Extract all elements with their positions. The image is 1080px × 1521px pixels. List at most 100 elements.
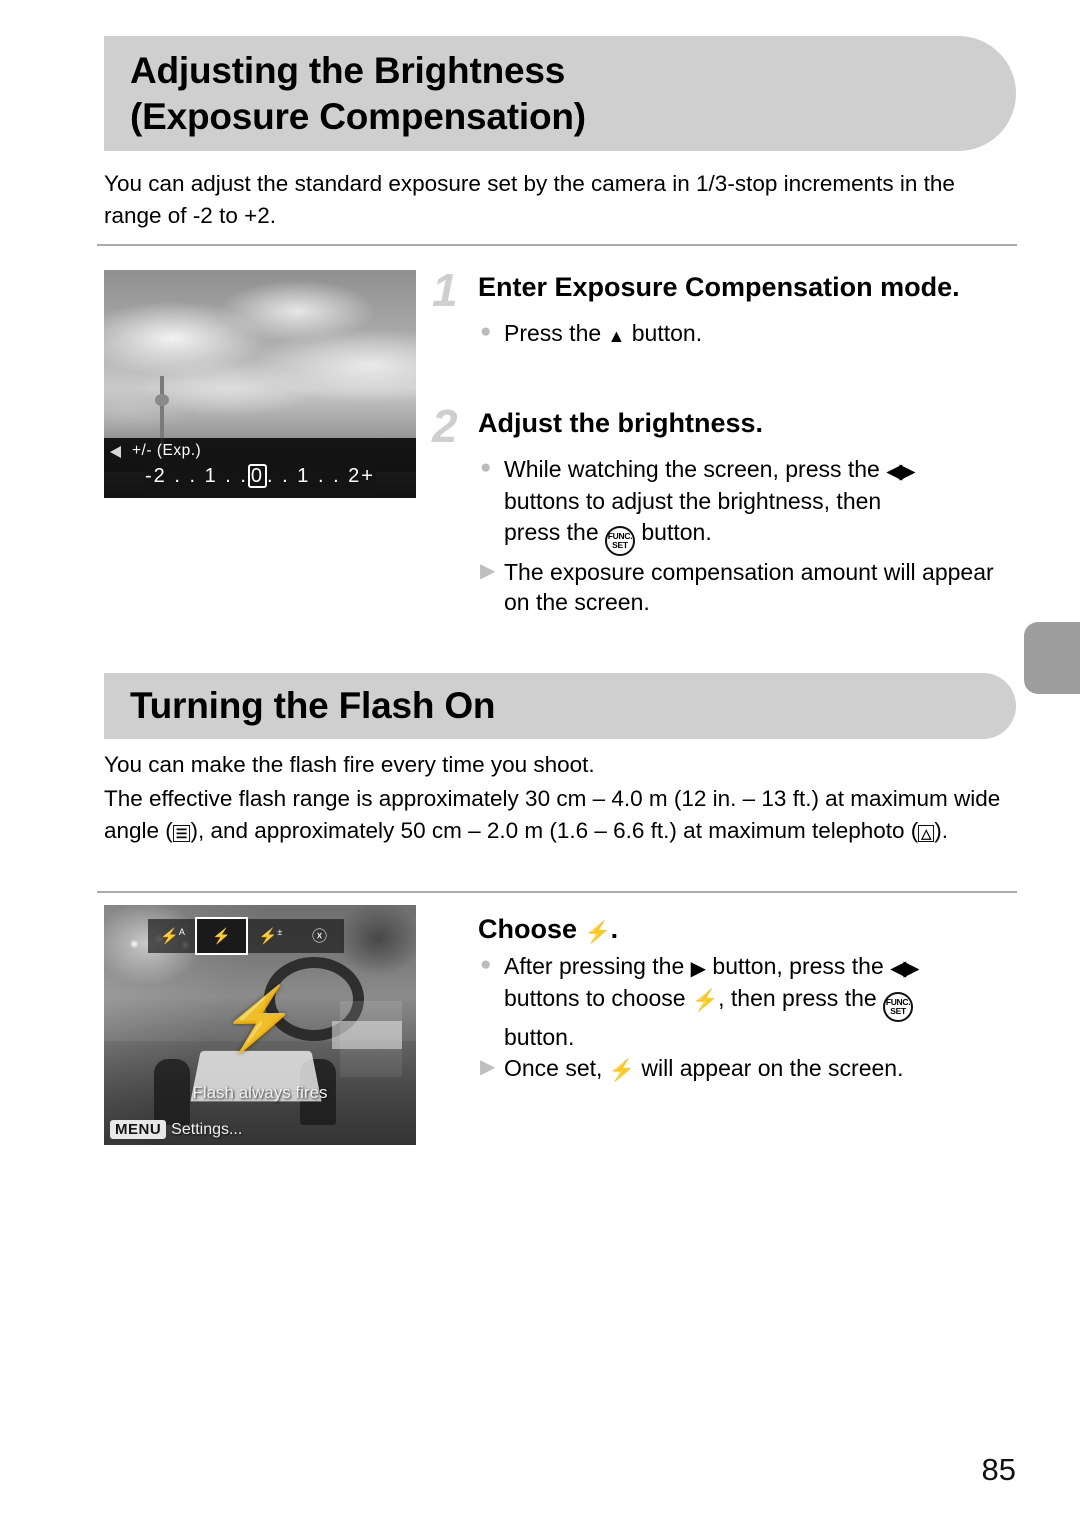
exposure-compensation-screen: +/- (Exp.) -2 . . 1 . .0. . 1 . . 2+ [104, 270, 416, 498]
background-table [332, 1021, 402, 1049]
choose-period: . [610, 914, 619, 944]
large-flash-indicator-icon: ⚡ [221, 985, 299, 1054]
flash-auto-sup: A [178, 927, 185, 937]
exposure-overlay-label: +/- (Exp.) [132, 442, 202, 459]
step-flash-body: ● After pressing the ▶ button, press the… [480, 951, 1012, 1086]
func-set-button-icon: FUNC. SET [605, 525, 635, 556]
intro-paragraph-exposure: You can adjust the standard exposure set… [104, 171, 955, 228]
bullet-line-1-pre: While watching the screen, press the [504, 456, 887, 483]
flash-on-glyph: ⚡ [212, 927, 231, 945]
step-2: 2 Adjust the brightness. ● While watchin… [432, 400, 1012, 619]
func-set-button-icon: FUNC. SET [883, 991, 914, 1022]
flash-range-text-b: ), and approximately 50 cm – 2.0 m (1.6 … [190, 817, 919, 843]
flash-mode-menu[interactable]: ⚡A ⚡ ⚡± ⓧ [148, 917, 344, 955]
flash-range-text-c: ). [934, 817, 949, 843]
flash-bullet-line-2-pre: buttons to choose [504, 985, 692, 1012]
intro-paragraph-flash-2: The effective flash range is approximate… [104, 783, 1016, 847]
exposure-scale-marker: 0 [247, 464, 268, 488]
step-1-heading: 1 Enter Exposure Compensation mode. [432, 264, 1012, 316]
intro-paragraph-flash-1: You can make the flash fire every time y… [104, 752, 595, 777]
bullet-dot-icon: ● [480, 953, 492, 975]
flash-slow-glyph: ⚡ [258, 928, 278, 945]
step-1-bullet-1: ● Press the ▲ button. [480, 318, 1012, 349]
exposure-overlay: +/- (Exp.) -2 . . 1 . .0. . 1 . . 2+ [104, 438, 416, 498]
step-1-bullet-1-text: Press the ▲ button. [504, 318, 1012, 349]
menu-hint-label: Settings... [171, 1120, 243, 1138]
flash-off-glyph: ⓧ [311, 927, 327, 945]
step-1-title: Enter Exposure Compensation mode. [478, 272, 960, 302]
up-button-icon: ▲ [607, 326, 626, 347]
bullet-line-3-post: button. [635, 519, 712, 546]
step-2-bullet-2-text: The exposure compensation amount will ap… [504, 558, 994, 616]
step-2-heading: 2 Adjust the brightness. [432, 400, 1012, 452]
flash-bullet-line-1-pre: After pressing the [504, 952, 691, 979]
func-set-bottom-label: SET [890, 1006, 906, 1017]
section-divider-1 [97, 244, 1017, 246]
right-button-icon: ▶ [690, 957, 707, 980]
step-flash-title: Choose ⚡. [478, 910, 1012, 946]
bullet-pre-text: Press the [504, 320, 608, 347]
flash-on-icon: ⚡ [691, 989, 719, 1013]
flash-bullet-line-1-mid: button, press the [706, 952, 891, 979]
left-right-buttons-icon: ◀▶ [886, 460, 915, 484]
section-title-flash: Turning the Flash On [130, 685, 496, 727]
step-2-number: 2 [432, 400, 458, 452]
result-pre-text: Once set, [504, 1055, 609, 1082]
overlay-left-arrow-icon [110, 446, 121, 458]
section-banner-flash: Turning the Flash On [104, 673, 1016, 739]
result-triangle-icon: ▶ [480, 1056, 496, 1079]
flash-auto-icon[interactable]: ⚡A [148, 927, 197, 945]
flash-on-icon: ⚡ [584, 921, 611, 944]
bullet-dot-icon: ● [480, 457, 492, 479]
menu-button-chip[interactable]: MENU [110, 1120, 167, 1139]
flash-mode-caption: Flash always fires [192, 1083, 328, 1102]
func-set-bottom-label: SET [612, 540, 628, 551]
chapter-index-tab[interactable] [1024, 622, 1080, 694]
step-2-body: ● While watching the screen, press the ◀… [480, 454, 1012, 618]
step-1-body: ● Press the ▲ button. [480, 318, 1012, 349]
left-right-buttons-icon: ◀▶ [890, 956, 919, 980]
flash-slow-sync-icon[interactable]: ⚡± [246, 927, 295, 945]
step-flash-heading: Choose ⚡. [432, 910, 1012, 946]
step-2-bullet-1: ● While watching the screen, press the ◀… [480, 454, 1012, 556]
section-title-line-2: (Exposure Compensation) [130, 95, 586, 137]
flash-bullet-line-3: button. [504, 1023, 575, 1050]
func-set-top-label: FUNC. [885, 996, 911, 1007]
exposure-scale-right: . . 1 . . 2+ [267, 465, 375, 487]
flash-on-icon[interactable]: ⚡ [195, 917, 248, 955]
flash-auto-glyph: ⚡ [160, 928, 179, 945]
step-flash-bullet-1: ● After pressing the ▶ button, press the… [480, 951, 1012, 1052]
bullet-post-text: button. [625, 320, 703, 347]
step-2-title: Adjust the brightness. [478, 408, 764, 438]
step-2-bullet-2: ▶ The exposure compensation amount will … [480, 557, 1012, 619]
step-2-bullet-1-text: While watching the screen, press the ◀▶ b… [504, 454, 1012, 556]
step-1: 1 Enter Exposure Compensation mode. ● Pr… [432, 264, 1012, 350]
flash-off-icon[interactable]: ⓧ [295, 929, 344, 944]
func-set-top-label: FUNC. [607, 530, 633, 541]
flash-settings-screen: ⚡A ⚡ ⚡± ⓧ ⚡ Flash always fires MENU Sett… [104, 905, 416, 1145]
menu-hint-bar: MENU Settings... [110, 1120, 242, 1139]
section-title-exposure: Adjusting the Brightness (Exposure Compe… [104, 48, 586, 138]
exposure-scale[interactable]: -2 . . 1 . .0. . 1 . . 2+ [144, 462, 376, 492]
step-1-number: 1 [432, 264, 458, 316]
flash-bullet-line-2-mid: , then press the [718, 985, 884, 1012]
flash-on-icon: ⚡ [608, 1059, 635, 1083]
exposure-scale-left: -2 . . 1 . . [145, 465, 248, 487]
flash-slow-sup: ± [277, 927, 283, 937]
bullet-line-2: buttons to adjust the brightness, then [504, 488, 882, 515]
step-flash-bullet-1-text: After pressing the ▶ button, press the ◀… [504, 951, 1012, 1052]
result-triangle-icon: ▶ [480, 559, 496, 582]
step-flash-bullet-2: ▶ Once set, ⚡ will appear on the screen. [480, 1053, 1012, 1085]
wide-angle-zoom-icon: ☰ [172, 824, 191, 842]
bullet-line-3-pre: press the [504, 519, 605, 546]
step-flash-choose: Choose ⚡. ● After pressing the ▶ button,… [432, 910, 1012, 1087]
bullet-dot-icon: ● [480, 321, 492, 343]
section-banner-exposure: Adjusting the Brightness (Exposure Compe… [104, 36, 1016, 151]
choose-label: Choose [478, 914, 585, 944]
telephoto-zoom-icon: △ [918, 824, 935, 842]
section-divider-2 [97, 891, 1017, 893]
section-title-line-1: Adjusting the Brightness [130, 50, 566, 92]
step-flash-bullet-2-text: Once set, ⚡ will appear on the screen. [504, 1053, 1012, 1085]
result-post-text: will appear on the screen. [634, 1055, 904, 1082]
page-number: 85 [981, 1452, 1016, 1487]
